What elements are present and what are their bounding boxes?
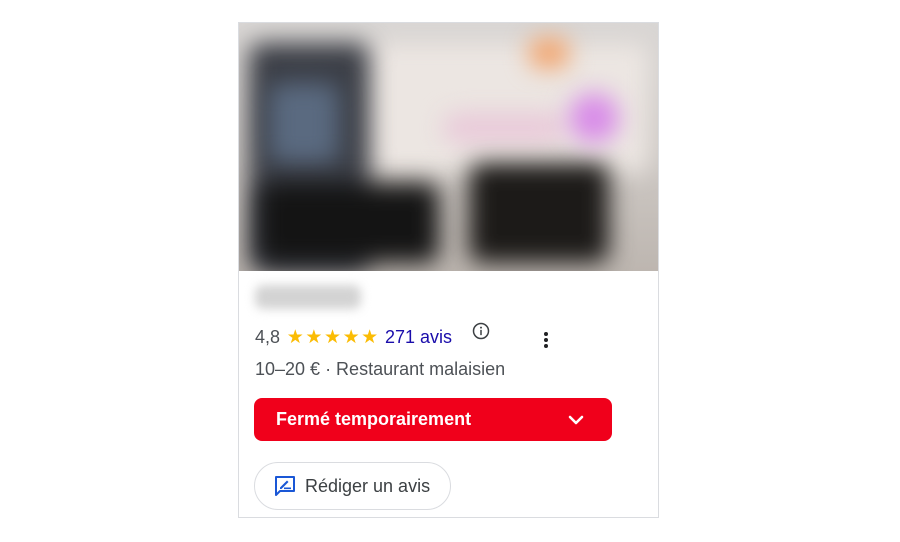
rating-value: 4,8 — [255, 326, 281, 347]
status-label: Fermé temporairement — [276, 409, 472, 429]
photo-blur-region — [529, 38, 569, 68]
place-photo[interactable] — [239, 23, 658, 271]
star-icon: ★ — [323, 326, 342, 348]
rating-row: 4,8 ★ ★ ★ ★ ★ 271 avis — [255, 325, 452, 349]
photo-blur-region — [269, 83, 339, 163]
rate-review-icon — [275, 476, 295, 496]
photo-blur-region — [469, 163, 609, 263]
status-dropdown-button[interactable]: Fermé temporairement — [254, 398, 612, 441]
reviews-link[interactable]: 271 avis — [385, 327, 452, 348]
more-vert-icon[interactable] — [537, 330, 555, 350]
write-review-button[interactable]: Rédiger un avis — [254, 462, 451, 510]
info-icon[interactable] — [472, 322, 490, 340]
star-rating: ★ ★ ★ ★ ★ — [286, 328, 379, 347]
chevron-down-icon — [568, 415, 584, 425]
photo-blur-region — [259, 183, 439, 263]
place-title-redacted — [255, 285, 361, 309]
price-category: 10–20 € · Restaurant malaisien — [255, 359, 506, 379]
star-icon: ★ — [361, 326, 379, 348]
photo-blur-region — [569, 93, 619, 143]
write-review-label: Rédiger un avis — [305, 475, 431, 496]
star-icon: ★ — [286, 326, 304, 348]
place-card: 4,8 ★ ★ ★ ★ ★ 271 avis 10–20 € · Restaur… — [238, 22, 659, 518]
star-icon: ★ — [342, 326, 360, 348]
photo-blur-region — [444, 113, 564, 143]
star-icon: ★ — [305, 326, 323, 348]
